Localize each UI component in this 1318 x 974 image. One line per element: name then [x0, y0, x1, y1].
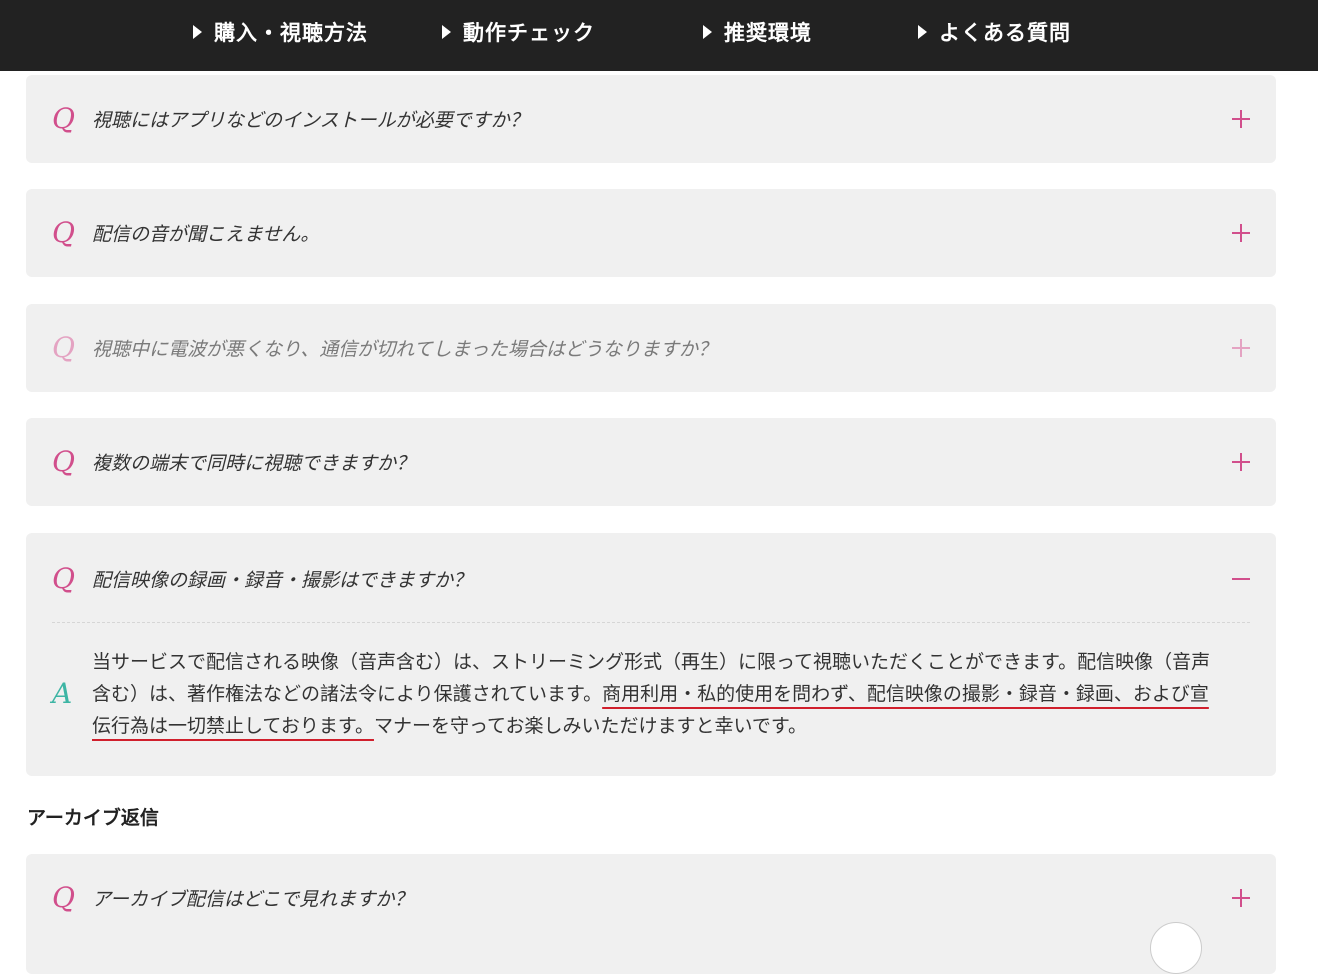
plus-icon[interactable]	[1232, 110, 1250, 128]
question-mark-label: Q	[52, 215, 75, 249]
faq-question-toggle[interactable]: Q 視聴中に電波が悪くなり、通信が切れてしまった場合はどうなりますか？	[26, 304, 1276, 392]
faq-item-expanded: Q 配信映像の録画・録音・撮影はできますか？ A 当サービスで配信される映像（音…	[26, 533, 1276, 776]
nav-link-check[interactable]: 動作チェック	[442, 0, 595, 64]
faq-question-text: 配信の音が聞こえません。	[92, 223, 320, 246]
faq-question-toggle[interactable]: Q 配信の音が聞こえません。	[26, 189, 1276, 277]
faq-item: Q アーカイブ配信はどこで見れますか？	[26, 854, 1276, 974]
nav-link-environment[interactable]: 推奨環境	[703, 0, 812, 64]
faq-question-text: 視聴にはアプリなどのインストールが必要ですか？	[92, 109, 529, 132]
nav-link-label: 購入・視聴方法	[214, 21, 368, 45]
answer-text-part: マナーを守ってお楽しみいただけますと幸いです。	[373, 715, 807, 737]
question-mark-label: Q	[52, 880, 75, 914]
scroll-to-top-button[interactable]	[1150, 922, 1202, 974]
faq-item: Q 視聴にはアプリなどのインストールが必要ですか？	[26, 75, 1276, 163]
play-arrow-icon	[193, 25, 202, 39]
faq-question-toggle[interactable]: Q 視聴にはアプリなどのインストールが必要ですか？	[26, 75, 1276, 163]
faq-question-text: 配信映像の録画・録音・撮影はできますか？	[92, 569, 473, 592]
top-navigation: 購入・視聴方法 動作チェック 推奨環境 よくある質問	[0, 0, 1318, 71]
faq-item: Q 複数の端末で同時に視聴できますか？	[26, 418, 1276, 506]
nav-link-label: よくある質問	[939, 21, 1071, 45]
plus-icon[interactable]	[1232, 453, 1250, 471]
nav-link-label: 推奨環境	[724, 21, 812, 45]
faq-question-toggle[interactable]: Q 配信映像の録画・録音・撮影はできますか？	[26, 533, 1276, 625]
plus-icon[interactable]	[1232, 339, 1250, 357]
plus-icon[interactable]	[1232, 889, 1250, 907]
faq-answer-text: 当サービスで配信される映像（音声含む）は、ストリーミング形式（再生）に限って視聴…	[92, 646, 1222, 742]
faq-item: Q 配信の音が聞こえません。	[26, 189, 1276, 277]
faq-question-text: アーカイブ配信はどこで見れますか？	[92, 888, 414, 911]
play-arrow-icon	[918, 25, 927, 39]
question-mark-label: Q	[52, 561, 75, 595]
answer-mark-label: A	[52, 677, 73, 710]
faq-question-text: 複数の端末で同時に視聴できますか？	[92, 452, 416, 475]
minus-icon[interactable]	[1232, 570, 1250, 588]
faq-question-toggle[interactable]: Q アーカイブ配信はどこで見れますか？	[26, 854, 1276, 942]
nav-link-label: 動作チェック	[463, 21, 595, 45]
faq-question-text: 視聴中に電波が悪くなり、通信が切れてしまった場合はどうなりますか？	[92, 338, 717, 361]
play-arrow-icon	[442, 25, 451, 39]
faq-question-toggle[interactable]: Q 複数の端末で同時に視聴できますか？	[26, 418, 1276, 506]
section-heading-archive: アーカイブ返信	[27, 807, 159, 829]
answer-divider	[52, 622, 1250, 623]
play-arrow-icon	[703, 25, 712, 39]
question-mark-label: Q	[52, 101, 75, 135]
nav-link-faq[interactable]: よくある質問	[918, 0, 1071, 64]
plus-icon[interactable]	[1232, 224, 1250, 242]
question-mark-label: Q	[52, 444, 75, 478]
faq-item: Q 視聴中に電波が悪くなり、通信が切れてしまった場合はどうなりますか？	[26, 304, 1276, 392]
question-mark-label: Q	[52, 330, 75, 364]
nav-link-purchase[interactable]: 購入・視聴方法	[193, 0, 368, 64]
